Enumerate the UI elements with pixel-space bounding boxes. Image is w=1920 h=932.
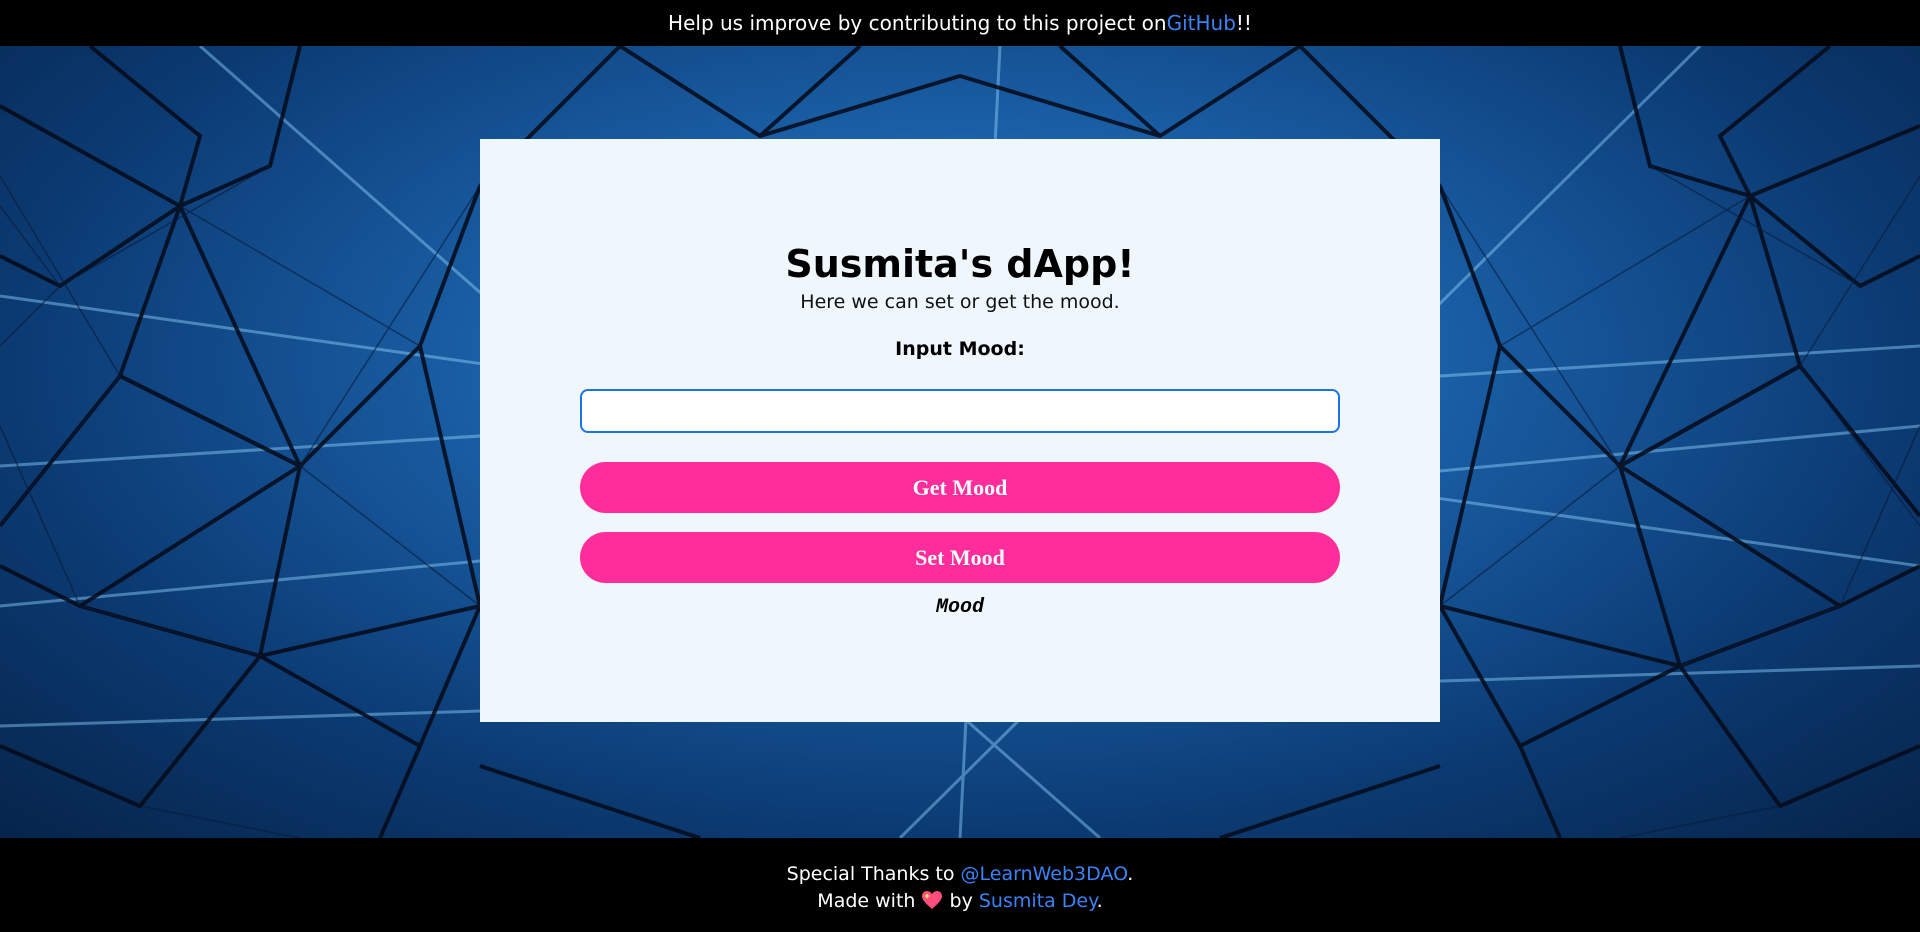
footer: Special Thanks to @LearnWeb3DAO. Made wi… [0, 838, 1920, 932]
input-mood-label: Input Mood: [895, 338, 1025, 360]
page-title: Susmita's dApp! [785, 242, 1135, 286]
page-subtitle: Here we can set or get the mood. [800, 291, 1120, 313]
banner-exclaim: !! [1235, 11, 1252, 35]
made-by-text: by [943, 890, 979, 912]
mood-output: Mood [935, 596, 984, 619]
get-mood-button[interactable]: Get Mood [580, 462, 1340, 513]
made-period: . [1096, 890, 1103, 912]
banner-text: Help us improve by contributing to this … [668, 11, 1167, 35]
thanks-text: Special Thanks to [786, 863, 961, 885]
author-link[interactable]: Susmita Dey [979, 890, 1097, 912]
footer-made-line: Made with by Susmita Dey. [0, 888, 1920, 915]
mood-input[interactable] [580, 389, 1340, 433]
top-banner: Help us improve by contributing to this … [0, 0, 1920, 46]
learnweb3dao-link[interactable]: @LearnWeb3DAO [961, 863, 1128, 885]
mood-card: Susmita's dApp! Here we can set or get t… [480, 139, 1440, 722]
thanks-period: . [1127, 863, 1134, 885]
set-mood-button[interactable]: Set Mood [580, 532, 1340, 583]
made-with-text: Made with [817, 890, 922, 912]
footer-thanks-line: Special Thanks to @LearnWeb3DAO. [0, 861, 1920, 888]
github-link[interactable]: GitHub [1167, 11, 1236, 35]
sparkling-heart-icon [922, 891, 943, 909]
